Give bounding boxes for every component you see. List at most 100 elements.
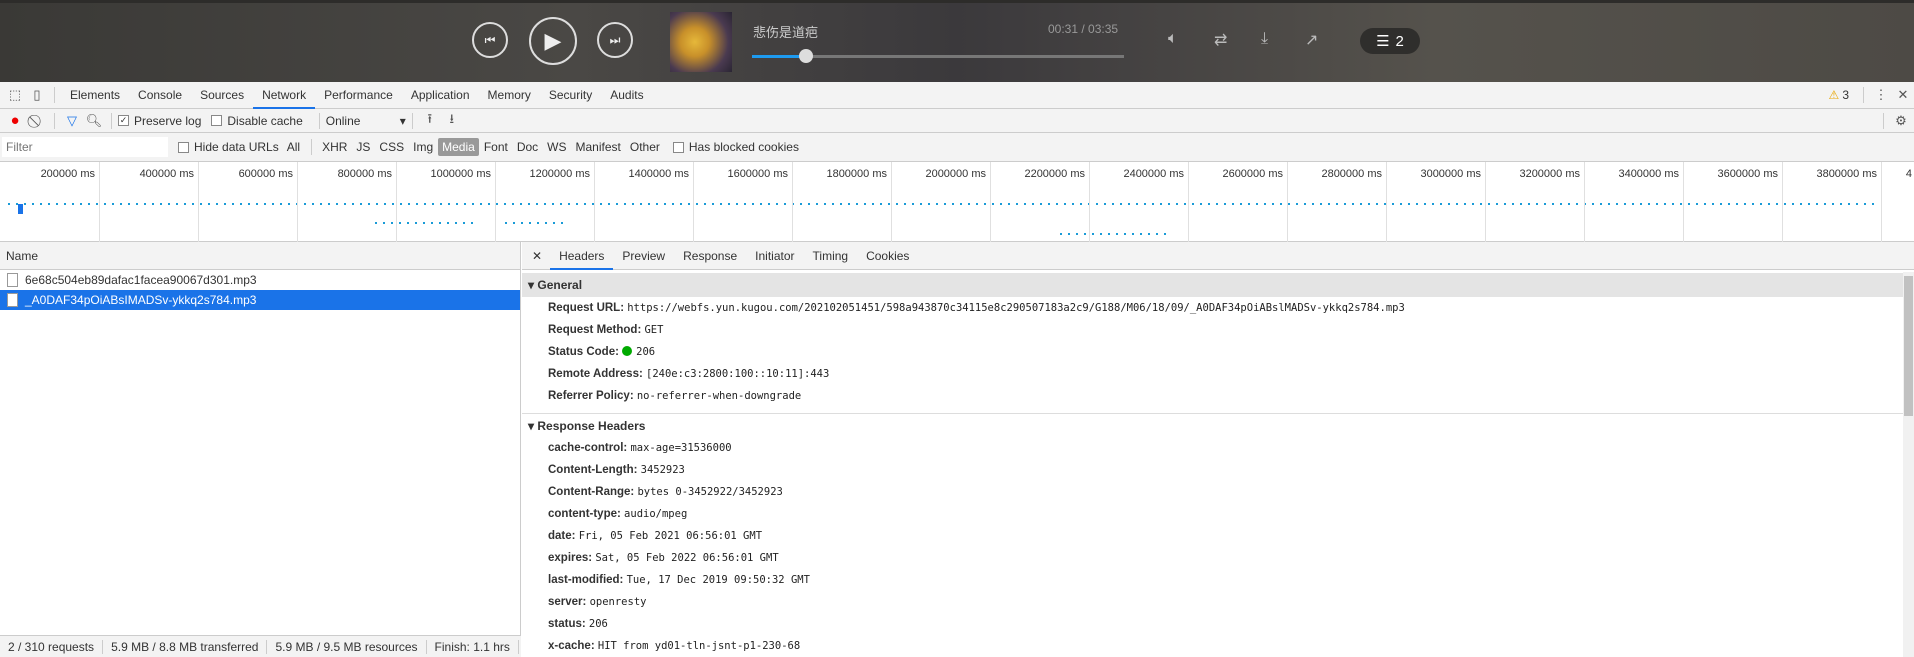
details-scrollbar[interactable]: [1903, 272, 1914, 657]
device-toggle-icon[interactable]: ▯: [26, 84, 48, 106]
playlist-button[interactable]: ☰ 2: [1360, 28, 1420, 54]
header-name: date:: [548, 530, 576, 542]
import-har-icon[interactable]: ⭱: [419, 110, 441, 132]
play-button[interactable]: ▶: [529, 17, 577, 65]
clear-icon[interactable]: ⃠: [26, 110, 48, 132]
top-strip: [0, 0, 1914, 3]
general-section-header[interactable]: ▾ General: [522, 273, 1914, 297]
header-row: cache-control: max-age=31536000: [522, 437, 1914, 459]
detail-tab-preview[interactable]: Preview: [613, 242, 674, 270]
detail-tab-cookies[interactable]: Cookies: [857, 242, 918, 270]
header-value: 206: [588, 618, 608, 630]
checkbox[interactable]: [672, 141, 684, 153]
type-filters: All XHR JS CSS Img Media Font Doc WS Manifest Othe…: [283, 138, 665, 156]
header-row: Remote Address: [240e:c3:2800:100::10:11…: [522, 363, 1914, 385]
detail-tab-timing[interactable]: Timing: [804, 242, 858, 270]
header-value: bytes 0-3452922/3452923: [637, 486, 783, 498]
download-icon[interactable]: ⤓: [1261, 30, 1268, 48]
header-row: last-modified: Tue, 17 Dec 2019 09:50:32…: [522, 569, 1914, 591]
checkbox-checked[interactable]: ✓: [118, 115, 129, 126]
response-headers-section-header[interactable]: ▾ Response Headers: [522, 413, 1914, 437]
detail-tab-headers[interactable]: Headers: [550, 242, 614, 270]
header-row: expires: Sat, 05 Feb 2022 06:56:01 GMT: [522, 547, 1914, 569]
response-headers-section: cache-control: max-age=31536000 Content-L…: [522, 437, 1914, 657]
tab-memory[interactable]: Memory: [479, 82, 540, 109]
filter-type-media[interactable]: Media: [438, 138, 479, 156]
header-row: content-type: audio/mpeg: [522, 503, 1914, 525]
header-value: [240e:c3:2800:100::10:11]:443: [646, 368, 830, 380]
filter-icon[interactable]: ▽: [61, 110, 83, 132]
tab-application[interactable]: Application: [402, 82, 479, 109]
status-item: Finish: 1.1 hrs: [427, 639, 519, 654]
filter-type-css[interactable]: CSS: [375, 138, 408, 156]
tab-elements[interactable]: Elements: [61, 82, 129, 109]
warning-icon[interactable]: ⚠: [1829, 88, 1840, 102]
tab-performance[interactable]: Performance: [315, 82, 402, 109]
close-icon[interactable]: ✕: [1892, 84, 1914, 106]
playlist-icon: ☰: [1376, 33, 1390, 50]
filter-input[interactable]: [2, 137, 168, 157]
triangle-down-icon: ▾: [528, 419, 538, 433]
filter-type-font[interactable]: Font: [480, 138, 512, 156]
header-row: status: 206: [522, 613, 1914, 635]
search-icon[interactable]: 🔍︎: [83, 110, 105, 132]
triangle-down-icon: ▾: [528, 278, 538, 292]
share-icon[interactable]: ↗: [1305, 30, 1318, 50]
request-row[interactable]: _A0DAF34pOiABsIMADSv-ykkq2s784.mp3: [0, 290, 520, 310]
filter-type-xhr[interactable]: XHR: [318, 138, 351, 156]
tab-console[interactable]: Console: [129, 82, 191, 109]
progress-knob[interactable]: [798, 49, 813, 63]
header-name: x-cache:: [548, 640, 595, 652]
status-item: 5.9 MB / 9.5 MB resources: [267, 639, 427, 654]
hide-data-urls-checkbox[interactable]: Hide data URLs: [178, 140, 279, 154]
checkbox[interactable]: [211, 115, 223, 126]
filter-type-ws[interactable]: WS: [543, 138, 570, 156]
request-name: 6e68c504eb89dafac1facea90067d301.mp3: [25, 273, 257, 287]
request-row[interactable]: 6e68c504eb89dafac1facea90067d301.mp3: [0, 270, 520, 290]
tab-security[interactable]: Security: [540, 82, 601, 109]
network-toolbar: ● ⃠ ▽ 🔍︎ ✓ Preserve log Disable cache Onl…: [0, 109, 1914, 133]
scrollbar-thumb[interactable]: [1904, 276, 1913, 416]
hide-data-urls-label: Hide data URLs: [194, 140, 279, 154]
filter-type-all[interactable]: All: [283, 138, 304, 156]
timeline-overview[interactable]: 200000 ms 400000 ms 600000 ms 800000 ms 1000…: [0, 162, 1914, 242]
throttle-select[interactable]: Online ▾: [326, 114, 406, 128]
request-list: Name 6e68c504eb89dafac1facea90067d301.mp…: [0, 242, 521, 635]
preserve-log-checkbox[interactable]: ✓ Preserve log: [118, 114, 201, 128]
has-blocked-cookies-checkbox[interactable]: Has blocked cookies: [672, 140, 799, 154]
record-icon[interactable]: ●: [4, 110, 26, 132]
export-har-icon[interactable]: ⭳: [441, 110, 463, 132]
filter-type-manifest[interactable]: Manifest: [572, 138, 625, 156]
detail-tabs: Headers Preview Response Initiator Timing Coo…: [550, 242, 918, 270]
previous-button[interactable]: ⏮: [472, 22, 508, 58]
volume-icon[interactable]: 🔈︎: [1168, 30, 1178, 48]
name-column-header[interactable]: Name: [0, 242, 520, 270]
disable-cache-checkbox[interactable]: Disable cache: [211, 114, 303, 128]
header-row: server: openresty: [522, 591, 1914, 613]
tab-audits[interactable]: Audits: [601, 82, 652, 109]
filter-type-doc[interactable]: Doc: [513, 138, 542, 156]
more-icon[interactable]: ⋮: [1870, 84, 1892, 106]
tab-sources[interactable]: Sources: [191, 82, 253, 109]
status-item: 5.9 MB / 8.8 MB transferred: [103, 639, 268, 654]
repeat-icon[interactable]: ⇄: [1214, 30, 1227, 50]
filter-type-img[interactable]: Img: [409, 138, 437, 156]
detail-tab-initiator[interactable]: Initiator: [746, 242, 803, 270]
filter-type-other[interactable]: Other: [626, 138, 664, 156]
play-time: 00:31 / 03:35: [1048, 22, 1119, 36]
next-button[interactable]: ⏭: [597, 22, 633, 58]
gear-icon[interactable]: ⚙: [1890, 110, 1912, 132]
header-row: x-cache: HIT from yd01-tln-jsnt-p1-230-6…: [522, 635, 1914, 657]
filter-type-js[interactable]: JS: [352, 138, 374, 156]
detail-tab-response[interactable]: Response: [674, 242, 746, 270]
progress-slider[interactable]: [752, 49, 1124, 63]
header-name: Request Method:: [548, 324, 642, 336]
inspect-icon[interactable]: ⬚: [4, 84, 26, 106]
divider: [411, 112, 413, 129]
album-cover[interactable]: [670, 12, 732, 72]
request-name: _A0DAF34pOiABsIMADSv-ykkq2s784.mp3: [25, 293, 257, 307]
tab-network[interactable]: Network: [253, 82, 316, 109]
checkbox[interactable]: [178, 141, 189, 153]
warning-count[interactable]: 3: [1842, 88, 1849, 102]
close-details-icon[interactable]: ✕: [522, 249, 550, 263]
